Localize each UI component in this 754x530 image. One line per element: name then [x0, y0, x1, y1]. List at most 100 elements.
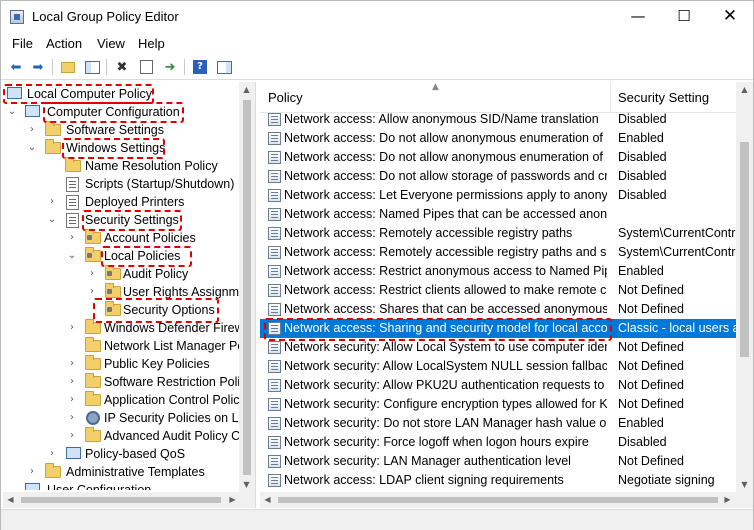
tree-item-windows-settings[interactable]: ⌄ Windows Settings	[3, 139, 239, 157]
chevron-right-icon[interactable]: ›	[67, 355, 77, 373]
chevron-right-icon[interactable]: ›	[47, 193, 57, 211]
tree-item-public-key-policies[interactable]: › Public Key Policies	[3, 355, 239, 373]
chevron-right-icon[interactable]: ›	[67, 391, 77, 409]
tree-item-policy-based-qos[interactable]: › Policy-based QoS	[3, 445, 239, 463]
policy-row[interactable]: Network access: Do not allow anonymous e…	[260, 129, 736, 148]
menu-action[interactable]: Action	[46, 36, 82, 51]
scroll-down-arrow-icon[interactable]: ▼	[737, 477, 752, 492]
policy-setting-value: Not Defined	[618, 378, 685, 392]
ip-security-icon	[86, 411, 100, 425]
scroll-up-arrow-icon[interactable]: ▲	[239, 82, 254, 97]
policy-row[interactable]: Network access: Shares that can be acces…	[260, 300, 736, 319]
policy-row[interactable]: Network security: Force logoff when logo…	[260, 433, 736, 452]
chevron-right-icon[interactable]: ›	[67, 373, 77, 391]
policy-row[interactable]: Network security: Allow Local System to …	[260, 338, 736, 357]
scroll-right-arrow-icon[interactable]: ▶	[225, 492, 240, 507]
minimize-button[interactable]: —	[615, 1, 661, 32]
policy-row[interactable]: Network security: Allow PKU2U authentica…	[260, 376, 736, 395]
chevron-down-icon[interactable]: ⌄	[7, 103, 17, 121]
policy-row[interactable]: Network access: Remotely accessible regi…	[260, 243, 736, 262]
column-policy[interactable]: Policy	[268, 90, 303, 105]
policy-row[interactable]: Network access: Named Pipes that can be …	[260, 205, 736, 224]
back-arrow-icon[interactable]: ⬅	[7, 58, 25, 76]
policy-row[interactable]: Network access: LDAP client signing requ…	[260, 471, 736, 490]
export-list-icon[interactable]: ➜	[161, 58, 179, 76]
tree-item-user-configuration[interactable]: User Configuration	[3, 481, 239, 490]
tree-item-user-rights-assignment[interactable]: › User Rights Assignme	[3, 283, 246, 301]
chevron-down-icon[interactable]: ⌄	[27, 139, 37, 157]
policy-row[interactable]: Network security: Do not store LAN Manag…	[260, 414, 736, 433]
policy-name: Network access: Do not allow anonymous e…	[284, 131, 607, 145]
policy-row[interactable]: Network access: Allow anonymous SID/Name…	[260, 110, 736, 129]
chevron-right-icon[interactable]: ›	[27, 463, 37, 481]
menu-help[interactable]: Help	[138, 36, 165, 51]
tree-item-application-control[interactable]: › Application Control Polic	[3, 391, 240, 409]
up-folder-icon[interactable]	[59, 58, 77, 76]
maximize-button[interactable]: ☐	[661, 1, 707, 32]
policy-row[interactable]: Network access: Restrict clients allowed…	[260, 281, 736, 300]
tree-scroll-thumb[interactable]	[243, 100, 251, 475]
delete-icon[interactable]: ✖	[113, 58, 131, 76]
policy-row[interactable]: Network access: Let Everyone permissions…	[260, 186, 736, 205]
scroll-right-arrow-icon[interactable]: ▶	[720, 492, 735, 507]
chevron-right-icon[interactable]: ›	[87, 283, 97, 301]
tree-item-security-settings[interactable]: ⌄ Security Settings	[3, 211, 239, 229]
tree-hscroll-thumb[interactable]	[21, 497, 221, 503]
list-horizontal-scrollbar[interactable]: ◀ ▶	[260, 492, 753, 508]
menu-file[interactable]: File	[12, 36, 33, 51]
tree-item-label: Advanced Audit Policy Co	[104, 429, 248, 443]
policy-row[interactable]: Network security: LAN Manager authentica…	[260, 452, 736, 471]
help-icon[interactable]: ?	[191, 58, 209, 76]
properties-icon[interactable]	[137, 58, 155, 76]
scroll-down-arrow-icon[interactable]: ▼	[239, 477, 254, 492]
tree-scrollbar[interactable]: ▲ ▼	[239, 82, 255, 492]
tree-item-local-policies[interactable]: ⌄ Local Policies	[3, 247, 239, 265]
tree-item-account-policies[interactable]: › Account Policies	[3, 229, 239, 247]
show-pane-icon[interactable]	[215, 58, 233, 76]
tree-item-security-options[interactable]: Security Options	[3, 301, 239, 319]
chevron-right-icon[interactable]: ›	[67, 409, 77, 427]
menu-view[interactable]: View	[97, 36, 125, 51]
forward-arrow-icon[interactable]: ➡	[29, 58, 47, 76]
list-scroll-thumb[interactable]	[740, 142, 749, 357]
chevron-right-icon[interactable]: ›	[67, 427, 77, 445]
close-button[interactable]: ✕	[707, 1, 753, 32]
tree-horizontal-scrollbar[interactable]: ◀ ▶	[3, 492, 255, 508]
tree-item-name-resolution-policy[interactable]: Name Resolution Policy	[3, 157, 239, 175]
policy-row[interactable]: Network security: Configure encryption t…	[260, 395, 736, 414]
chevron-right-icon[interactable]: ›	[87, 265, 97, 283]
chevron-right-icon[interactable]: ›	[67, 319, 77, 337]
tree-item-software-restriction[interactable]: › Software Restriction Polic	[3, 373, 246, 391]
tree-item-windows-defender-firewall[interactable]: › Windows Defender Firewa	[3, 319, 251, 337]
policy-row[interactable]: Network security: Allow LocalSystem NULL…	[260, 357, 736, 376]
scroll-left-arrow-icon[interactable]: ◀	[260, 492, 275, 507]
tree-item-administrative-templates[interactable]: › Administrative Templates	[3, 463, 239, 481]
tree-item-computer-configuration[interactable]: ⌄ Computer Configuration	[3, 103, 239, 121]
policy-name: Network security: Allow Local System to …	[284, 340, 607, 354]
tree-item-advanced-audit[interactable]: › Advanced Audit Policy Co	[3, 427, 247, 445]
policy-row[interactable]: Network access: Do not allow storage of …	[260, 167, 736, 186]
tree-item-software-settings[interactable]: › Software Settings	[3, 121, 239, 139]
policy-row[interactable]: Network access: Remotely accessible regi…	[260, 224, 736, 243]
chevron-right-icon[interactable]: ›	[67, 229, 77, 247]
column-security-setting[interactable]: Security Setting	[618, 90, 709, 105]
folder-icon	[45, 139, 61, 154]
chevron-right-icon[interactable]: ›	[47, 445, 57, 463]
policy-row-selected[interactable]: Network access: Sharing and security mod…	[260, 319, 736, 338]
tree-item-scripts[interactable]: Scripts (Startup/Shutdown)	[3, 175, 239, 193]
chevron-down-icon[interactable]: ⌄	[47, 211, 57, 229]
tree-item-audit-policy[interactable]: › Audit Policy	[3, 265, 239, 283]
scroll-left-arrow-icon[interactable]: ◀	[3, 492, 18, 507]
tree-item-deployed-printers[interactable]: › Deployed Printers	[3, 193, 239, 211]
tree-item-ip-security-policies[interactable]: › IP Security Policies on Loc	[3, 409, 252, 427]
list-hscroll-thumb[interactable]	[278, 497, 718, 503]
tree-item-network-list-manager[interactable]: Network List Manager Po	[3, 337, 244, 355]
list-scrollbar[interactable]: ▲ ▼	[736, 82, 753, 492]
chevron-down-icon[interactable]: ⌄	[67, 247, 77, 265]
chevron-right-icon[interactable]: ›	[27, 121, 37, 139]
tree-item-local-computer-policy[interactable]: Local Computer Policy	[3, 85, 239, 103]
policy-row[interactable]: Network access: Do not allow anonymous e…	[260, 148, 736, 167]
scroll-up-arrow-icon[interactable]: ▲	[737, 82, 752, 97]
policy-row[interactable]: Network access: Restrict anonymous acces…	[260, 262, 736, 281]
show-hide-tree-icon[interactable]	[83, 58, 101, 76]
